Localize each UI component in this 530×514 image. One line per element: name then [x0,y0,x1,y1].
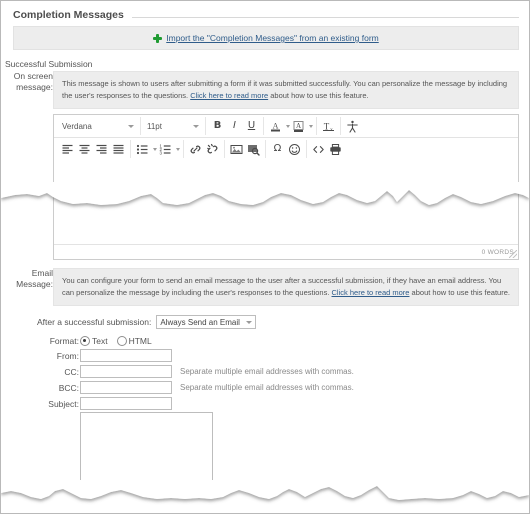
on-screen-message-label: On screen message: [13,71,53,92]
message-textarea-wrap [80,412,213,489]
image-manager-button[interactable] [245,141,262,158]
from-input[interactable] [80,349,172,362]
on-screen-message-editor: Verdana 11pt B I U A A T 1 2 3 Ω 0 WORDS [53,114,519,260]
chevron-down-icon [245,320,252,324]
emoticon-button[interactable] [286,141,303,158]
cc-hint: Separate multiple email addresses with c… [180,367,354,376]
completion-messages-panel: Completion Messages Import the "Completi… [0,0,530,514]
on-screen-help-link[interactable]: Click here to read more [190,91,268,100]
page-title: Completion Messages [13,9,124,21]
bcc-input[interactable] [80,381,172,394]
subject-row: Subject: [1,397,529,410]
subject-label: Subject: [48,398,79,409]
media-group [225,140,266,158]
svg-text:3: 3 [160,150,163,155]
after-submission-select[interactable]: Always Send an Email [156,315,256,329]
bcc-row: BCC: Separate multiple email addresses w… [1,381,529,394]
font-size-group: 11pt [141,117,206,135]
insert-image-button[interactable] [228,141,245,158]
message-label: Message: [42,479,79,489]
italic-button[interactable]: I [226,118,243,135]
align-center-button[interactable] [76,141,93,158]
header-divider [131,16,519,18]
highlight-color-button[interactable]: A [290,118,307,135]
chevron-down-icon [193,124,199,128]
format-label: Format: [49,336,79,346]
remove-link-button[interactable] [204,141,221,158]
text-color-button[interactable]: A [267,118,284,135]
format-text-radio[interactable] [80,336,90,346]
source-code-button[interactable] [310,141,327,158]
import-completion-messages-link[interactable]: Import the "Completion Messages" from an… [153,33,379,43]
after-submission-row: After a successful submission: Always Se… [1,315,529,329]
bold-button[interactable]: B [209,118,226,135]
underline-button[interactable]: U [243,118,260,135]
format-html-radio[interactable] [116,336,127,346]
special-character-button[interactable]: Ω [269,141,286,158]
svg-text:A: A [273,121,279,130]
email-message-label: Email Message: [16,268,53,289]
chevron-down-icon [128,124,134,128]
chevron-down-icon[interactable] [176,147,180,151]
format-html-label[interactable]: HTML [129,336,152,346]
chevron-down-icon[interactable] [309,124,313,128]
format-text-label[interactable]: Text [92,336,108,346]
on-screen-message-row: On screen message: This message is shown… [1,71,529,109]
panel-header: Completion Messages [1,1,529,21]
link-group [184,140,225,158]
editor-content-area[interactable] [54,160,518,244]
resize-grip-icon[interactable] [509,250,517,258]
cc-input[interactable] [80,365,172,378]
alignment-group [56,140,131,158]
font-group: Verdana [56,117,141,135]
plus-green-icon [153,33,163,43]
print-button[interactable] [327,141,344,158]
editor-status-bar: 0 WORDS [54,244,518,259]
font-family-select[interactable]: Verdana [59,118,137,134]
bullet-list-button[interactable] [134,141,151,158]
svg-text:A: A [296,122,301,130]
align-right-button[interactable] [93,141,110,158]
insert-group: Ω [266,140,307,158]
email-message-row: Email Message: You can configure your fo… [1,268,529,306]
from-label: From: [56,350,79,361]
color-group: A A [264,117,317,135]
font-size-select[interactable]: 11pt [144,118,202,134]
editor-toolbar-row-2: 1 2 3 Ω [54,138,518,160]
subject-input[interactable] [80,397,172,410]
bcc-hint: Separate multiple email addresses with c… [180,383,354,392]
from-row: From: [1,349,529,362]
format-row: Format: Text HTML [1,336,529,346]
after-submission-label: After a successful submission: [37,317,152,327]
clear-format-group: Tx [317,117,341,135]
message-textarea[interactable] [80,412,213,484]
clear-formatting-button[interactable]: Tx [320,118,337,135]
bcc-label: BCC: [58,382,79,393]
align-left-button[interactable] [59,141,76,158]
accessibility-check-button[interactable] [344,118,361,135]
successful-submission-section-label: Successful Submission [5,59,93,69]
insert-link-button[interactable] [187,141,204,158]
import-bar: Import the "Completion Messages" from an… [13,26,519,50]
text-style-group: B I U [206,117,264,135]
message-row: Message: [1,412,529,489]
cc-row: CC: Separate multiple email addresses wi… [1,365,529,378]
align-justify-button[interactable] [110,141,127,158]
cc-label: CC: [64,366,79,377]
email-message-help: You can configure your form to send an e… [53,268,519,306]
editor-toolbar-row-1: Verdana 11pt B I U A A T [54,115,518,138]
numbered-list-button[interactable]: 1 2 3 [157,141,174,158]
tools-group [307,140,347,158]
email-help-link[interactable]: Click here to read more [332,288,410,297]
accessibility-group [341,117,364,135]
import-link-label: Import the "Completion Messages" from an… [166,33,379,43]
list-group: 1 2 3 [131,140,184,158]
on-screen-message-help: This message is shown to users after sub… [53,71,519,109]
